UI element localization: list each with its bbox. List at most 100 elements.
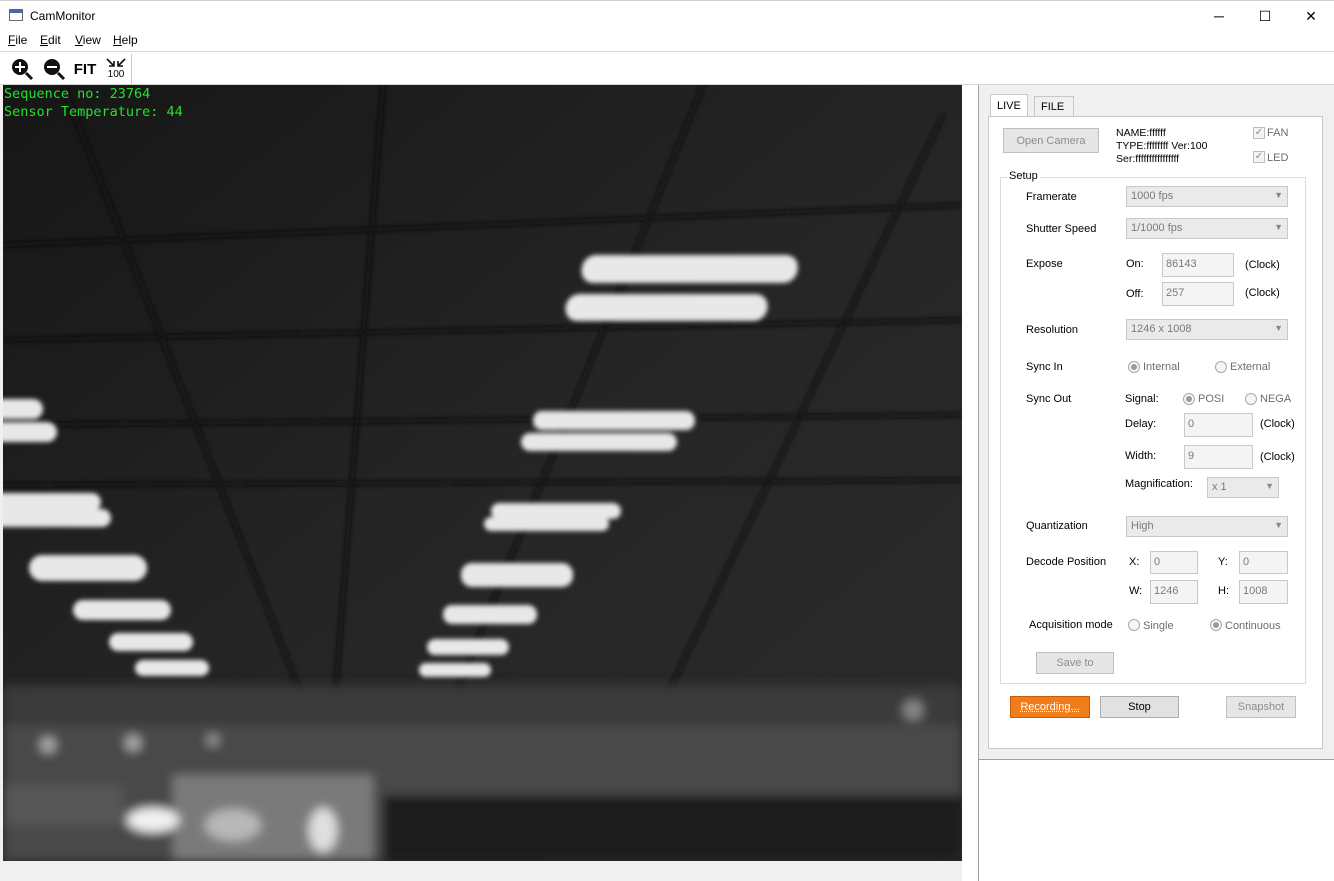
quantization-label: Quantization: [1026, 520, 1088, 532]
title-bar: CamMonitor ─ ☐ ✕: [0, 0, 1334, 30]
shutter-value: 1/1000 fps: [1131, 222, 1182, 234]
acq-continuous-label: Continuous: [1225, 620, 1281, 632]
led-checkbox[interactable]: ✓: [1253, 151, 1265, 163]
snapshot-button[interactable]: Snapshot: [1226, 696, 1296, 718]
zoom-in-icon[interactable]: [8, 55, 36, 83]
syncin-external-label: External: [1230, 361, 1270, 373]
open-camera-button[interactable]: Open Camera: [1003, 128, 1099, 153]
width-unit: (Clock): [1260, 451, 1295, 463]
save-to-button[interactable]: Save to: [1036, 652, 1114, 674]
camera-view[interactable]: Sequence no: 23764 Sensor Temperature: 4…: [3, 85, 962, 861]
toolbar-separator: [131, 54, 132, 84]
quantization-select[interactable]: High ▼: [1126, 516, 1288, 537]
fan-label: FAN: [1267, 127, 1288, 139]
actual-size-label: 100: [108, 70, 125, 80]
decode-label: Decode Position: [1026, 556, 1106, 568]
window-title: CamMonitor: [30, 9, 95, 23]
sequence-overlay: Sequence no: 23764: [4, 86, 150, 102]
decode-h-label: H:: [1218, 585, 1229, 597]
setup-title: Setup: [1007, 170, 1040, 182]
signal-nega-label: NEGA: [1260, 393, 1291, 405]
zoom-out-icon[interactable]: [40, 55, 68, 83]
signal-label: Signal:: [1125, 393, 1159, 405]
magnification-select[interactable]: x 1 ▼: [1207, 477, 1279, 498]
decode-y-label: Y:: [1218, 556, 1228, 568]
resolution-value: 1246 x 1008: [1131, 323, 1192, 335]
log-area: [979, 759, 1334, 881]
decode-y-input[interactable]: 0: [1239, 551, 1288, 574]
setup-group: [1000, 177, 1306, 684]
acq-single-label: Single: [1143, 620, 1174, 632]
shutter-select[interactable]: 1/1000 fps ▼: [1126, 218, 1288, 239]
tab-file[interactable]: FILE: [1034, 96, 1074, 116]
temperature-overlay: Sensor Temperature: 44: [4, 104, 183, 120]
acquisition-label: Acquisition mode: [1029, 619, 1113, 631]
magnification-label: Magnification:: [1125, 478, 1193, 490]
syncin-internal-label: Internal: [1143, 361, 1180, 373]
expose-off-unit: (Clock): [1245, 287, 1280, 299]
decode-w-label: W:: [1129, 585, 1142, 597]
stop-button[interactable]: Stop: [1100, 696, 1179, 718]
menu-file[interactable]: File: [8, 33, 27, 47]
chevron-down-icon: ▼: [1274, 222, 1283, 232]
menu-bar: File Edit View Help: [0, 30, 1334, 51]
camera-image: [3, 85, 962, 861]
syncout-label: Sync Out: [1026, 393, 1071, 405]
expose-on-input[interactable]: 86143: [1162, 253, 1234, 277]
delay-input[interactable]: 0: [1184, 413, 1253, 437]
camera-type: TYPE:ffffffff Ver:100: [1116, 140, 1207, 152]
quantization-value: High: [1131, 520, 1154, 532]
decode-x-input[interactable]: 0: [1150, 551, 1198, 574]
expose-on-label: On:: [1126, 258, 1144, 270]
resolution-label: Resolution: [1026, 324, 1078, 336]
chevron-down-icon: ▼: [1274, 190, 1283, 200]
menu-help[interactable]: Help: [113, 33, 138, 47]
menu-view[interactable]: View: [75, 33, 101, 47]
delay-label: Delay:: [1125, 418, 1156, 430]
led-label: LED: [1267, 152, 1288, 164]
magnification-value: x 1: [1212, 481, 1227, 493]
acq-single-radio[interactable]: [1128, 619, 1140, 631]
chevron-down-icon: ▼: [1265, 481, 1274, 491]
shutter-label: Shutter Speed: [1026, 223, 1096, 235]
framerate-label: Framerate: [1026, 191, 1077, 203]
syncin-internal-radio[interactable]: [1128, 361, 1140, 373]
signal-posi-radio[interactable]: [1183, 393, 1195, 405]
signal-posi-label: POSI: [1198, 393, 1224, 405]
chevron-down-icon: ▼: [1274, 520, 1283, 530]
expose-off-label: Off:: [1126, 288, 1144, 300]
view-bottom-strip: [3, 861, 962, 881]
chevron-down-icon: ▼: [1274, 323, 1283, 333]
syncin-external-radio[interactable]: [1215, 361, 1227, 373]
width-input[interactable]: 9: [1184, 445, 1253, 469]
splitter[interactable]: [962, 85, 978, 881]
delay-unit: (Clock): [1260, 418, 1295, 430]
camera-serial: Ser:ffffffffffffffff: [1116, 153, 1179, 165]
minimize-button[interactable]: ─: [1196, 1, 1242, 31]
width-label: Width:: [1125, 450, 1156, 462]
actual-size-button[interactable]: 100: [102, 55, 130, 83]
control-panel: LIVE FILE Open Camera NAME:ffffff TYPE:f…: [978, 85, 1334, 881]
expose-label: Expose: [1026, 258, 1063, 270]
resolution-select[interactable]: 1246 x 1008 ▼: [1126, 319, 1288, 340]
decode-x-label: X:: [1129, 556, 1139, 568]
expose-on-unit: (Clock): [1245, 259, 1280, 271]
recording-button[interactable]: Recording...: [1010, 696, 1090, 718]
framerate-value: 1000 fps: [1131, 190, 1173, 202]
close-button[interactable]: ✕: [1288, 1, 1334, 31]
signal-nega-radio[interactable]: [1245, 393, 1257, 405]
camera-name: NAME:ffffff: [1116, 127, 1166, 139]
syncin-label: Sync In: [1026, 361, 1063, 373]
decode-h-input[interactable]: 1008: [1239, 580, 1288, 604]
toolbar: FIT 100: [0, 51, 1334, 85]
expose-off-input[interactable]: 257: [1162, 282, 1234, 306]
menu-edit[interactable]: Edit: [40, 33, 61, 47]
fan-checkbox[interactable]: ✓: [1253, 127, 1265, 139]
acq-continuous-radio[interactable]: [1210, 619, 1222, 631]
decode-w-input[interactable]: 1246: [1150, 580, 1198, 604]
maximize-button[interactable]: ☐: [1242, 1, 1288, 31]
fit-button[interactable]: FIT: [70, 55, 100, 83]
app-icon: [9, 9, 23, 21]
tab-live[interactable]: LIVE: [990, 94, 1028, 116]
framerate-select[interactable]: 1000 fps ▼: [1126, 186, 1288, 207]
